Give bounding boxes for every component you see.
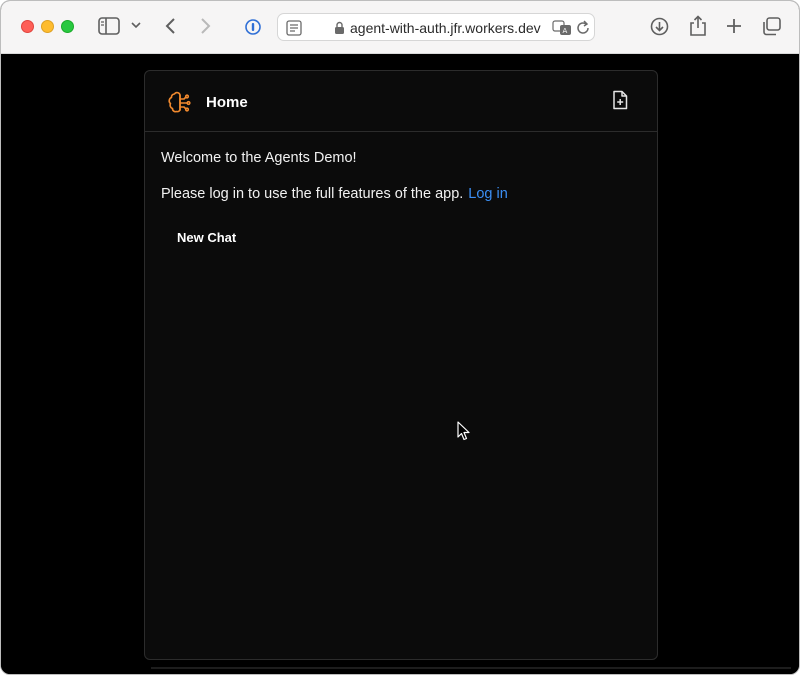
card-body: Welcome to the Agents Demo! Please log i… xyxy=(161,150,641,245)
login-prompt-text: Please log in to use the full features o… xyxy=(161,186,464,202)
close-window-button[interactable] xyxy=(21,20,34,33)
login-link[interactable]: Log in xyxy=(468,186,508,202)
mouse-cursor-icon xyxy=(457,421,471,446)
reload-icon[interactable] xyxy=(576,20,590,36)
browser-window: agent-with-auth.jfr.workers.dev A Home W… xyxy=(0,0,800,675)
share-icon[interactable] xyxy=(689,15,707,37)
url-text: agent-with-auth.jfr.workers.dev xyxy=(350,20,541,36)
address-bar[interactable]: agent-with-auth.jfr.workers.dev A xyxy=(277,13,595,41)
card-header: Home xyxy=(145,71,657,132)
divider xyxy=(151,667,791,669)
new-file-icon[interactable] xyxy=(611,90,631,110)
lock-icon xyxy=(334,21,345,35)
chevron-down-icon[interactable] xyxy=(131,21,141,29)
password-manager-icon[interactable] xyxy=(245,19,261,35)
new-tab-icon[interactable] xyxy=(726,18,742,34)
page-menu-icon[interactable] xyxy=(286,20,302,36)
zoom-window-button[interactable] xyxy=(61,20,74,33)
login-prompt-line: Please log in to use the full features o… xyxy=(161,186,508,202)
minimize-window-button[interactable] xyxy=(41,20,54,33)
svg-text:A: A xyxy=(563,27,568,35)
brain-icon xyxy=(168,91,192,120)
welcome-text: Welcome to the Agents Demo! xyxy=(161,150,357,166)
new-chat-button[interactable]: New Chat xyxy=(161,224,252,252)
browser-toolbar: agent-with-auth.jfr.workers.dev A xyxy=(1,1,799,54)
forward-arrow-icon[interactable] xyxy=(200,17,212,35)
page-viewport: Home Welcome to the Agents Demo! Please … xyxy=(1,54,799,674)
translate-icon[interactable]: A xyxy=(552,20,572,36)
back-arrow-icon[interactable] xyxy=(164,17,176,35)
page-title: Home xyxy=(206,94,248,111)
tab-overview-icon[interactable] xyxy=(762,17,782,36)
app-card: Home Welcome to the Agents Demo! Please … xyxy=(144,70,658,660)
downloads-icon[interactable] xyxy=(650,17,669,36)
sidebar-toggle-icon[interactable] xyxy=(98,17,120,35)
